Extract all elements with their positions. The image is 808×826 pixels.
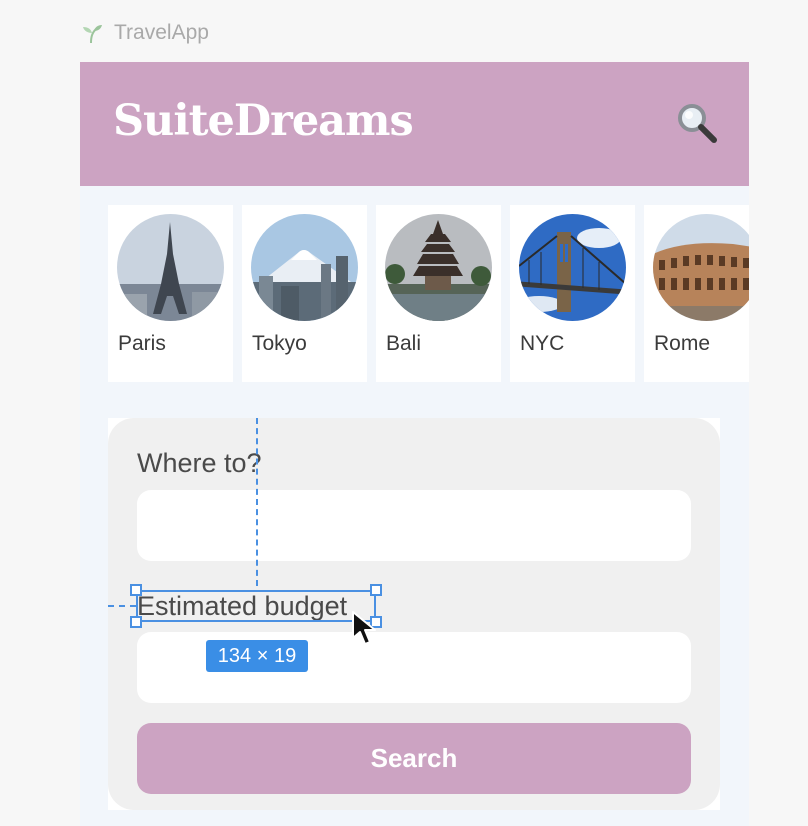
destination-label: Where to?	[137, 448, 262, 478]
resize-handle-top-right[interactable]	[370, 584, 382, 596]
magnifier-icon[interactable]	[676, 102, 718, 144]
app-tab-label: TravelApp	[114, 21, 209, 44]
cursor-arrow-icon	[352, 611, 376, 645]
city-card-nyc[interactable]: NYC	[510, 205, 635, 382]
city-name: Paris	[118, 332, 166, 355]
city-card-paris[interactable]: Paris	[108, 205, 233, 382]
eiffel-tower-icon	[117, 214, 224, 321]
destination-input[interactable]	[137, 490, 691, 561]
city-name: Tokyo	[252, 332, 307, 355]
sprout-icon	[83, 25, 102, 44]
mount-fuji-icon	[251, 214, 358, 321]
size-badge: 134 × 19	[206, 640, 308, 672]
horizontal-guide-line	[108, 605, 136, 607]
city-carousel: Paris Tokyo Bali NYC Rome	[108, 205, 749, 382]
app-frame: SuiteDreams Paris Tokyo Bali NYC Rome Wh…	[80, 62, 749, 826]
pagoda-temple-icon	[385, 214, 492, 321]
brand-logo: SuiteDreams	[113, 96, 414, 146]
app-tab-title: TravelApp	[80, 21, 209, 45]
city-name: Rome	[654, 332, 711, 355]
city-card-bali[interactable]: Bali	[376, 205, 501, 382]
city-card-rome[interactable]: Rome	[644, 205, 749, 382]
city-name: NYC	[520, 332, 565, 355]
resize-handle-top-left[interactable]	[130, 584, 142, 596]
brooklyn-bridge-icon	[519, 214, 626, 321]
selection-box	[136, 590, 376, 622]
city-card-tokyo[interactable]: Tokyo	[242, 205, 367, 382]
search-button[interactable]: Search	[137, 723, 691, 794]
colosseum-icon	[653, 214, 749, 321]
city-name: Bali	[386, 332, 422, 355]
vertical-guide-line	[256, 418, 258, 586]
resize-handle-bottom-left[interactable]	[130, 616, 142, 628]
app-header: SuiteDreams	[80, 62, 749, 186]
